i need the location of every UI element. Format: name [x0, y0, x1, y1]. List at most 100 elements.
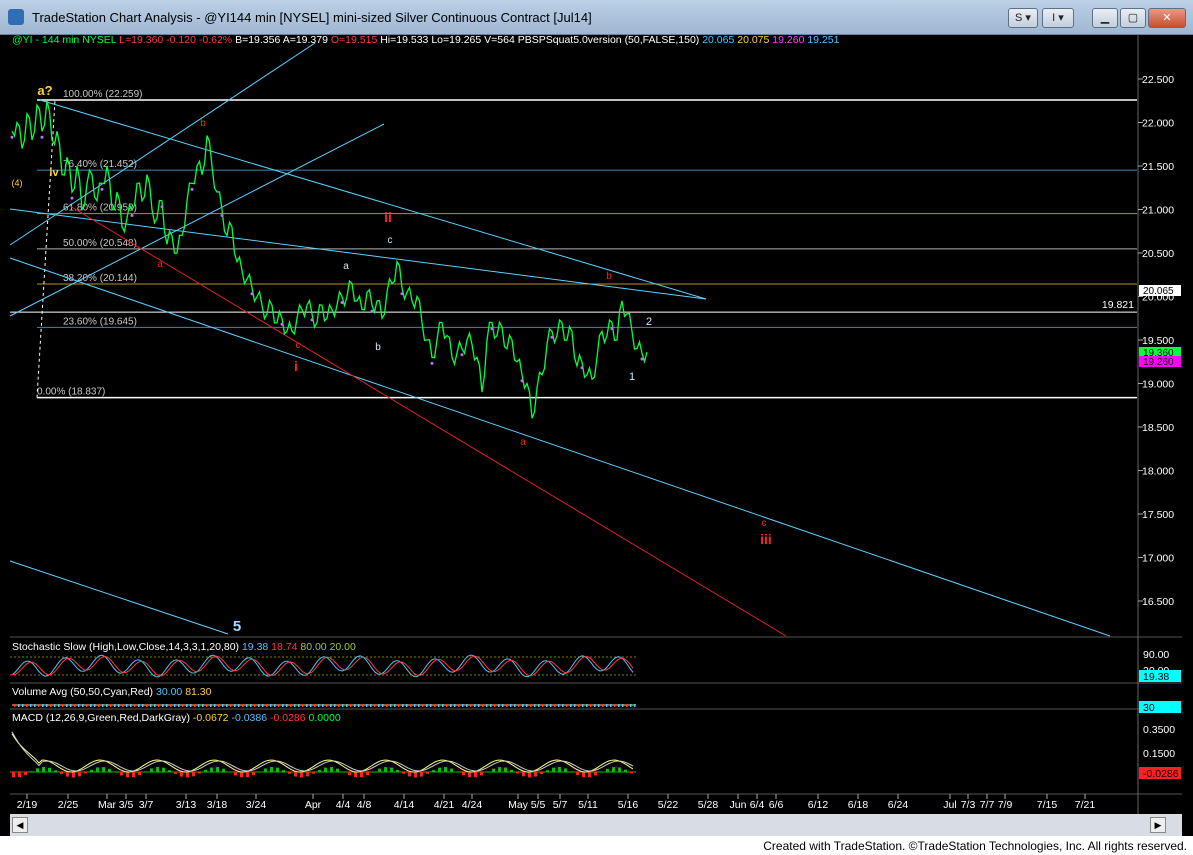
date-tick-label: 4/8 [357, 799, 372, 811]
volume-bar [74, 704, 76, 707]
volume-bar [214, 704, 216, 707]
macd-hist-bar [96, 767, 99, 773]
swing-marker [520, 379, 524, 383]
chart-canvas: 100.00% (22.259)76.40% (21.452)61.80% (2… [9, 34, 1182, 814]
date-tick-label: 7/9 [998, 799, 1013, 811]
fib-level-label: 23.60% (19.645) [63, 316, 137, 327]
volume-bar [598, 704, 600, 707]
date-tick-label: 6/24 [888, 799, 909, 811]
volume-bar [90, 704, 92, 707]
scroll-right-icon[interactable]: ▶ [1150, 817, 1166, 833]
date-tick-label: 7/21 [1075, 799, 1096, 811]
macd-hist-bar [474, 772, 477, 778]
macd-hist-bar [486, 771, 489, 773]
macd-axis-label: 0.1500 [1143, 748, 1175, 760]
macd-hist-bar [438, 767, 441, 773]
volume-bar [594, 704, 596, 707]
macd-hist-bar [558, 767, 561, 773]
date-tick-label: 4/21 [434, 799, 455, 811]
volume-bar [86, 704, 88, 707]
volume-bar [58, 704, 60, 707]
macd-hist-bar [546, 770, 549, 773]
level-19821-label: 19.821 [1102, 299, 1134, 311]
macd-hist-bar [138, 772, 141, 776]
indicator-value-3: 19.260 [772, 34, 805, 46]
date-tick-label: 7/15 [1037, 799, 1058, 811]
volume-bar [406, 704, 408, 707]
volume-bar [122, 704, 124, 707]
swing-marker [550, 335, 554, 339]
macd-hist-bar [534, 772, 537, 777]
macd-hist-bar [204, 769, 207, 773]
price-tick-label: 19.000 [1142, 379, 1174, 391]
fib-level-label: 100.00% (22.259) [63, 89, 143, 100]
volume-bar [546, 704, 548, 707]
volume-bar [146, 704, 148, 707]
volume-title: Volume Avg (50,50,Cyan,Red) [12, 686, 154, 698]
macd-hist-bar [312, 772, 315, 774]
volume-bar [322, 704, 324, 707]
scroll-left-icon[interactable]: ◀ [12, 817, 28, 833]
last-price: L=19.360 [119, 34, 164, 46]
volume-bar [194, 704, 196, 707]
wave-label: 5 [233, 618, 241, 635]
macd-hist-bar [192, 772, 195, 777]
volume-bar [538, 704, 540, 707]
macd-hist-bar [300, 772, 303, 778]
macd-hist-bar [90, 769, 93, 773]
macd-hist-bar [450, 768, 453, 773]
fib-level-label: 38.20% (20.144) [63, 273, 137, 284]
volume-bar [22, 704, 24, 707]
red-trendline [69, 205, 787, 637]
volume-bar [622, 704, 624, 707]
volume-bar [618, 704, 620, 707]
volume-value-label: 30 [1143, 702, 1155, 714]
macd-hist-bar [504, 767, 507, 773]
low-price: Lo=19.265 [431, 34, 482, 46]
swing-marker [280, 322, 284, 326]
indicator-value-2: 20.075 [737, 34, 770, 46]
volume-header: Volume Avg (50,50,Cyan,Red) 30.00 81.30 [12, 686, 211, 698]
wave-label: iv [49, 167, 59, 179]
volume-bar [398, 704, 400, 707]
volume-bar [378, 704, 380, 707]
date-axis-layer: 2/19 2/25 Mar 3/5 3/7 3/13 3/18 3/24 Apr 4/4 4/8 4/… [17, 794, 1096, 811]
volume-bar [106, 704, 108, 707]
volume-bar [286, 704, 288, 707]
price-tick-label: 16.500 [1142, 596, 1174, 608]
wave-label: 2 [646, 316, 652, 328]
volume-bar [362, 704, 364, 707]
ask-price: A=19.379 [282, 34, 328, 46]
stochastic-k: 19.38 [241, 641, 269, 653]
volume-bar [306, 704, 308, 707]
footer: Created with TradeStation. ©TradeStation… [0, 836, 1193, 855]
volume-bar [94, 704, 96, 707]
stochastic-header: Stochastic Slow (High,Low,Close,14,3,3,1… [12, 641, 356, 653]
macd-hist-bar [42, 767, 45, 773]
open-price: O=19.515 [330, 34, 378, 46]
price-tick-label: 19.500 [1142, 335, 1174, 347]
date-tick-label: Jul [943, 799, 956, 811]
wave-label: (4) [12, 178, 23, 188]
volume-bar [54, 704, 56, 707]
macd-hist-bar [24, 772, 27, 775]
wave-label: c [388, 235, 393, 246]
horizontal-scrollbar[interactable]: ◀ ▶ [10, 814, 1182, 836]
swing-marker [430, 361, 434, 365]
volume-bar [70, 704, 72, 707]
stoch-value-label: 19.38 [1143, 671, 1169, 683]
wave-label: ii [384, 209, 392, 225]
volume-bar [326, 704, 328, 707]
volume-bar [430, 704, 432, 707]
macd-hist-bar [456, 771, 459, 773]
volume-bar [410, 704, 412, 707]
volume-bar [302, 704, 304, 707]
swing-marker [490, 327, 494, 331]
macd-hist-bar [30, 771, 33, 773]
volume-bar [206, 704, 208, 707]
price-tick-label: 22.500 [1142, 74, 1174, 86]
date-tick-label: 6/18 [848, 799, 869, 811]
footer-text: Created with TradeStation. ©TradeStation… [763, 839, 1187, 853]
macd-hist-bar [108, 768, 111, 773]
macd-hist-bar [186, 772, 189, 778]
